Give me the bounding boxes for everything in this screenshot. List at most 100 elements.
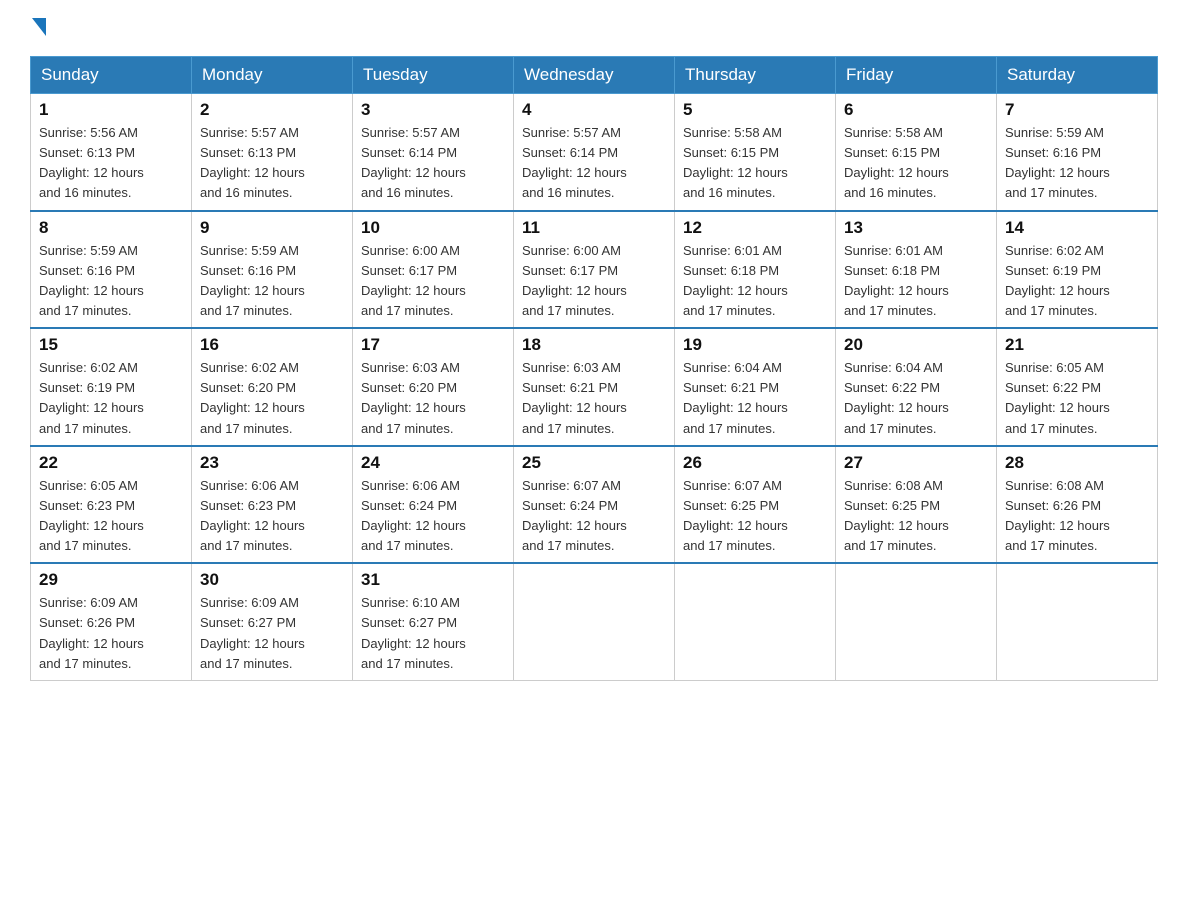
calendar-cell: 12 Sunrise: 6:01 AMSunset: 6:18 PMDaylig…: [675, 211, 836, 329]
day-number: 22: [39, 453, 183, 473]
calendar-cell: [836, 563, 997, 680]
day-number: 25: [522, 453, 666, 473]
day-number: 16: [200, 335, 344, 355]
day-number: 23: [200, 453, 344, 473]
day-info: Sunrise: 6:09 AMSunset: 6:26 PMDaylight:…: [39, 595, 144, 670]
day-info: Sunrise: 6:07 AMSunset: 6:25 PMDaylight:…: [683, 478, 788, 553]
day-number: 28: [1005, 453, 1149, 473]
calendar-cell: 16 Sunrise: 6:02 AMSunset: 6:20 PMDaylig…: [192, 328, 353, 446]
calendar-cell: 9 Sunrise: 5:59 AMSunset: 6:16 PMDayligh…: [192, 211, 353, 329]
calendar-cell: 27 Sunrise: 6:08 AMSunset: 6:25 PMDaylig…: [836, 446, 997, 564]
day-info: Sunrise: 6:05 AMSunset: 6:23 PMDaylight:…: [39, 478, 144, 553]
day-info: Sunrise: 6:05 AMSunset: 6:22 PMDaylight:…: [1005, 360, 1110, 435]
calendar-cell: [997, 563, 1158, 680]
day-number: 19: [683, 335, 827, 355]
calendar-cell: 8 Sunrise: 5:59 AMSunset: 6:16 PMDayligh…: [31, 211, 192, 329]
day-number: 3: [361, 100, 505, 120]
day-number: 5: [683, 100, 827, 120]
calendar-cell: [514, 563, 675, 680]
header-sunday: Sunday: [31, 57, 192, 94]
day-number: 9: [200, 218, 344, 238]
header-monday: Monday: [192, 57, 353, 94]
day-info: Sunrise: 6:09 AMSunset: 6:27 PMDaylight:…: [200, 595, 305, 670]
calendar-cell: 25 Sunrise: 6:07 AMSunset: 6:24 PMDaylig…: [514, 446, 675, 564]
calendar-cell: 21 Sunrise: 6:05 AMSunset: 6:22 PMDaylig…: [997, 328, 1158, 446]
calendar-cell: 2 Sunrise: 5:57 AMSunset: 6:13 PMDayligh…: [192, 94, 353, 211]
day-number: 10: [361, 218, 505, 238]
day-number: 26: [683, 453, 827, 473]
day-info: Sunrise: 6:06 AMSunset: 6:23 PMDaylight:…: [200, 478, 305, 553]
calendar-cell: 28 Sunrise: 6:08 AMSunset: 6:26 PMDaylig…: [997, 446, 1158, 564]
calendar-cell: 23 Sunrise: 6:06 AMSunset: 6:23 PMDaylig…: [192, 446, 353, 564]
header-thursday: Thursday: [675, 57, 836, 94]
calendar-cell: [675, 563, 836, 680]
day-info: Sunrise: 5:59 AMSunset: 6:16 PMDaylight:…: [1005, 125, 1110, 200]
calendar-cell: 22 Sunrise: 6:05 AMSunset: 6:23 PMDaylig…: [31, 446, 192, 564]
day-number: 29: [39, 570, 183, 590]
day-info: Sunrise: 5:59 AMSunset: 6:16 PMDaylight:…: [39, 243, 144, 318]
day-info: Sunrise: 5:57 AMSunset: 6:14 PMDaylight:…: [361, 125, 466, 200]
page-header: [30, 20, 1158, 38]
day-number: 24: [361, 453, 505, 473]
day-info: Sunrise: 6:08 AMSunset: 6:25 PMDaylight:…: [844, 478, 949, 553]
day-info: Sunrise: 6:06 AMSunset: 6:24 PMDaylight:…: [361, 478, 466, 553]
calendar-header-row: SundayMondayTuesdayWednesdayThursdayFrid…: [31, 57, 1158, 94]
day-info: Sunrise: 6:00 AMSunset: 6:17 PMDaylight:…: [522, 243, 627, 318]
calendar-cell: 15 Sunrise: 6:02 AMSunset: 6:19 PMDaylig…: [31, 328, 192, 446]
logo: [30, 20, 46, 38]
day-number: 20: [844, 335, 988, 355]
header-tuesday: Tuesday: [353, 57, 514, 94]
day-number: 1: [39, 100, 183, 120]
day-number: 13: [844, 218, 988, 238]
calendar-cell: 29 Sunrise: 6:09 AMSunset: 6:26 PMDaylig…: [31, 563, 192, 680]
week-row-5: 29 Sunrise: 6:09 AMSunset: 6:26 PMDaylig…: [31, 563, 1158, 680]
calendar-cell: 30 Sunrise: 6:09 AMSunset: 6:27 PMDaylig…: [192, 563, 353, 680]
day-number: 15: [39, 335, 183, 355]
week-row-3: 15 Sunrise: 6:02 AMSunset: 6:19 PMDaylig…: [31, 328, 1158, 446]
day-info: Sunrise: 6:02 AMSunset: 6:19 PMDaylight:…: [39, 360, 144, 435]
calendar-cell: 14 Sunrise: 6:02 AMSunset: 6:19 PMDaylig…: [997, 211, 1158, 329]
day-number: 17: [361, 335, 505, 355]
week-row-1: 1 Sunrise: 5:56 AMSunset: 6:13 PMDayligh…: [31, 94, 1158, 211]
header-saturday: Saturday: [997, 57, 1158, 94]
calendar-cell: 20 Sunrise: 6:04 AMSunset: 6:22 PMDaylig…: [836, 328, 997, 446]
calendar-table: SundayMondayTuesdayWednesdayThursdayFrid…: [30, 56, 1158, 681]
day-number: 6: [844, 100, 988, 120]
day-info: Sunrise: 6:02 AMSunset: 6:20 PMDaylight:…: [200, 360, 305, 435]
day-number: 8: [39, 218, 183, 238]
day-number: 14: [1005, 218, 1149, 238]
day-info: Sunrise: 6:03 AMSunset: 6:20 PMDaylight:…: [361, 360, 466, 435]
day-info: Sunrise: 6:01 AMSunset: 6:18 PMDaylight:…: [844, 243, 949, 318]
calendar-cell: 3 Sunrise: 5:57 AMSunset: 6:14 PMDayligh…: [353, 94, 514, 211]
day-info: Sunrise: 6:04 AMSunset: 6:22 PMDaylight:…: [844, 360, 949, 435]
day-info: Sunrise: 5:59 AMSunset: 6:16 PMDaylight:…: [200, 243, 305, 318]
header-wednesday: Wednesday: [514, 57, 675, 94]
calendar-cell: 5 Sunrise: 5:58 AMSunset: 6:15 PMDayligh…: [675, 94, 836, 211]
calendar-cell: 31 Sunrise: 6:10 AMSunset: 6:27 PMDaylig…: [353, 563, 514, 680]
day-info: Sunrise: 5:57 AMSunset: 6:13 PMDaylight:…: [200, 125, 305, 200]
day-info: Sunrise: 6:00 AMSunset: 6:17 PMDaylight:…: [361, 243, 466, 318]
day-info: Sunrise: 5:58 AMSunset: 6:15 PMDaylight:…: [683, 125, 788, 200]
calendar-cell: 26 Sunrise: 6:07 AMSunset: 6:25 PMDaylig…: [675, 446, 836, 564]
day-number: 30: [200, 570, 344, 590]
day-info: Sunrise: 6:03 AMSunset: 6:21 PMDaylight:…: [522, 360, 627, 435]
calendar-cell: 18 Sunrise: 6:03 AMSunset: 6:21 PMDaylig…: [514, 328, 675, 446]
day-number: 4: [522, 100, 666, 120]
calendar-cell: 7 Sunrise: 5:59 AMSunset: 6:16 PMDayligh…: [997, 94, 1158, 211]
day-number: 2: [200, 100, 344, 120]
calendar-cell: 11 Sunrise: 6:00 AMSunset: 6:17 PMDaylig…: [514, 211, 675, 329]
week-row-2: 8 Sunrise: 5:59 AMSunset: 6:16 PMDayligh…: [31, 211, 1158, 329]
day-info: Sunrise: 5:56 AMSunset: 6:13 PMDaylight:…: [39, 125, 144, 200]
day-number: 31: [361, 570, 505, 590]
logo-arrow-icon: [32, 18, 46, 36]
week-row-4: 22 Sunrise: 6:05 AMSunset: 6:23 PMDaylig…: [31, 446, 1158, 564]
calendar-cell: 13 Sunrise: 6:01 AMSunset: 6:18 PMDaylig…: [836, 211, 997, 329]
calendar-cell: 10 Sunrise: 6:00 AMSunset: 6:17 PMDaylig…: [353, 211, 514, 329]
calendar-cell: 1 Sunrise: 5:56 AMSunset: 6:13 PMDayligh…: [31, 94, 192, 211]
day-number: 27: [844, 453, 988, 473]
day-info: Sunrise: 6:10 AMSunset: 6:27 PMDaylight:…: [361, 595, 466, 670]
day-info: Sunrise: 6:07 AMSunset: 6:24 PMDaylight:…: [522, 478, 627, 553]
day-info: Sunrise: 5:58 AMSunset: 6:15 PMDaylight:…: [844, 125, 949, 200]
header-friday: Friday: [836, 57, 997, 94]
calendar-cell: 4 Sunrise: 5:57 AMSunset: 6:14 PMDayligh…: [514, 94, 675, 211]
